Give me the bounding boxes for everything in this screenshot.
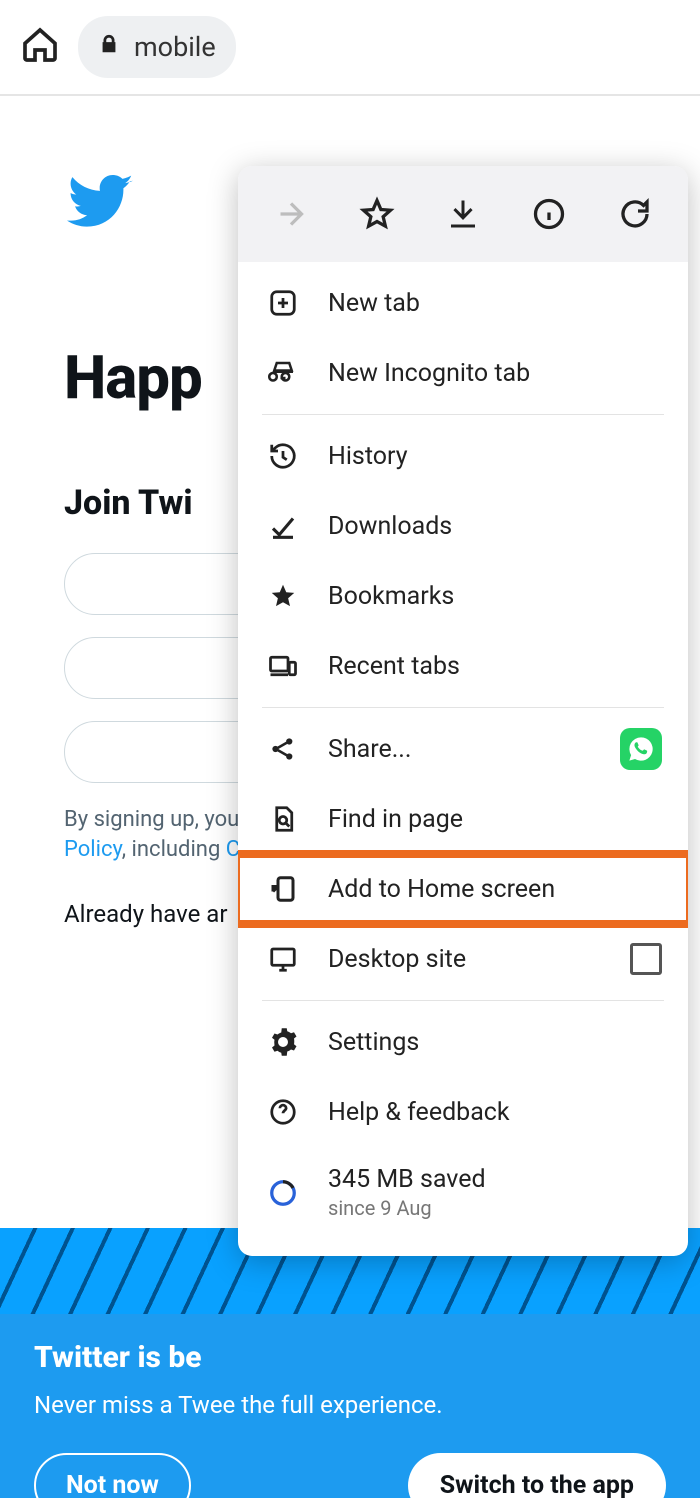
home-icon[interactable] [20, 25, 60, 69]
menu-item-label: Settings [328, 1028, 419, 1057]
banner-title: Twitter is be [34, 1340, 666, 1375]
data-saver-icon [266, 1176, 300, 1210]
menu-item-label: New Incognito tab [328, 359, 530, 388]
help-icon [266, 1095, 300, 1129]
gear-icon [266, 1025, 300, 1059]
menu-item-label: Recent tabs [328, 652, 460, 681]
menu-item-label: Downloads [328, 512, 452, 541]
chrome-overflow-menu: New tab New Incognito tab History Downlo… [238, 166, 688, 1256]
menu-add-to-home[interactable]: Add to Home screen [238, 854, 688, 924]
url-text: mobile [134, 31, 216, 63]
app-banner: Twitter is be Never miss a Twee the full… [0, 1314, 700, 1498]
menu-settings[interactable]: Settings [238, 1007, 688, 1077]
menu-bookmarks[interactable]: Bookmarks [238, 561, 688, 631]
whatsapp-icon[interactable] [620, 728, 662, 770]
menu-item-label: History [328, 442, 408, 471]
find-in-page-icon [266, 802, 300, 836]
lock-icon [98, 31, 120, 64]
menu-top-actions [238, 166, 688, 262]
menu-incognito[interactable]: New Incognito tab [238, 338, 688, 408]
menu-item-label: New tab [328, 289, 420, 318]
menu-item-label: Help & feedback [328, 1098, 510, 1127]
desktop-site-checkbox[interactable] [630, 943, 662, 975]
desktop-icon [266, 942, 300, 976]
menu-find-in-page[interactable]: Find in page [238, 784, 688, 854]
devices-icon [266, 649, 300, 683]
page-content: Happ Join Twi  Sign u By signing up, yo… [0, 166, 700, 1498]
menu-item-label: Find in page [328, 805, 463, 834]
downloads-check-icon [266, 509, 300, 543]
incognito-icon [266, 356, 300, 390]
not-now-button[interactable]: Not now [34, 1453, 191, 1498]
menu-help[interactable]: Help & feedback [238, 1077, 688, 1147]
star-filled-icon [266, 579, 300, 613]
data-saved-amount: 345 MB saved [328, 1165, 486, 1194]
menu-new-tab[interactable]: New tab [238, 268, 688, 338]
browser-toolbar: mobile [0, 0, 700, 96]
menu-item-label: Desktop site [328, 945, 466, 974]
menu-recent-tabs[interactable]: Recent tabs [238, 631, 688, 701]
history-icon [266, 439, 300, 473]
menu-item-label: Bookmarks [328, 582, 454, 611]
menu-data-saved[interactable]: 345 MB saved since 9 Aug [238, 1147, 688, 1238]
download-icon[interactable] [444, 195, 482, 233]
url-bar[interactable]: mobile [78, 16, 236, 78]
star-icon[interactable] [358, 195, 396, 233]
menu-history[interactable]: History [238, 421, 688, 491]
menu-share[interactable]: Share... [238, 714, 688, 784]
menu-desktop-site[interactable]: Desktop site [238, 924, 688, 994]
plus-square-icon [266, 286, 300, 320]
menu-item-label: Share... [328, 735, 411, 764]
switch-to-app-button[interactable]: Switch to the app [408, 1453, 666, 1498]
menu-item-label: Add to Home screen [328, 875, 555, 904]
info-icon[interactable] [530, 195, 568, 233]
menu-downloads[interactable]: Downloads [238, 491, 688, 561]
policy-link[interactable]: Policy [64, 837, 122, 862]
share-icon [266, 732, 300, 766]
reload-icon[interactable] [616, 195, 654, 233]
banner-subtitle: Never miss a Twee the full experience. [34, 1389, 666, 1421]
forward-icon[interactable] [272, 195, 310, 233]
data-saved-since: since 9 Aug [328, 1196, 486, 1220]
add-to-home-icon [266, 872, 300, 906]
